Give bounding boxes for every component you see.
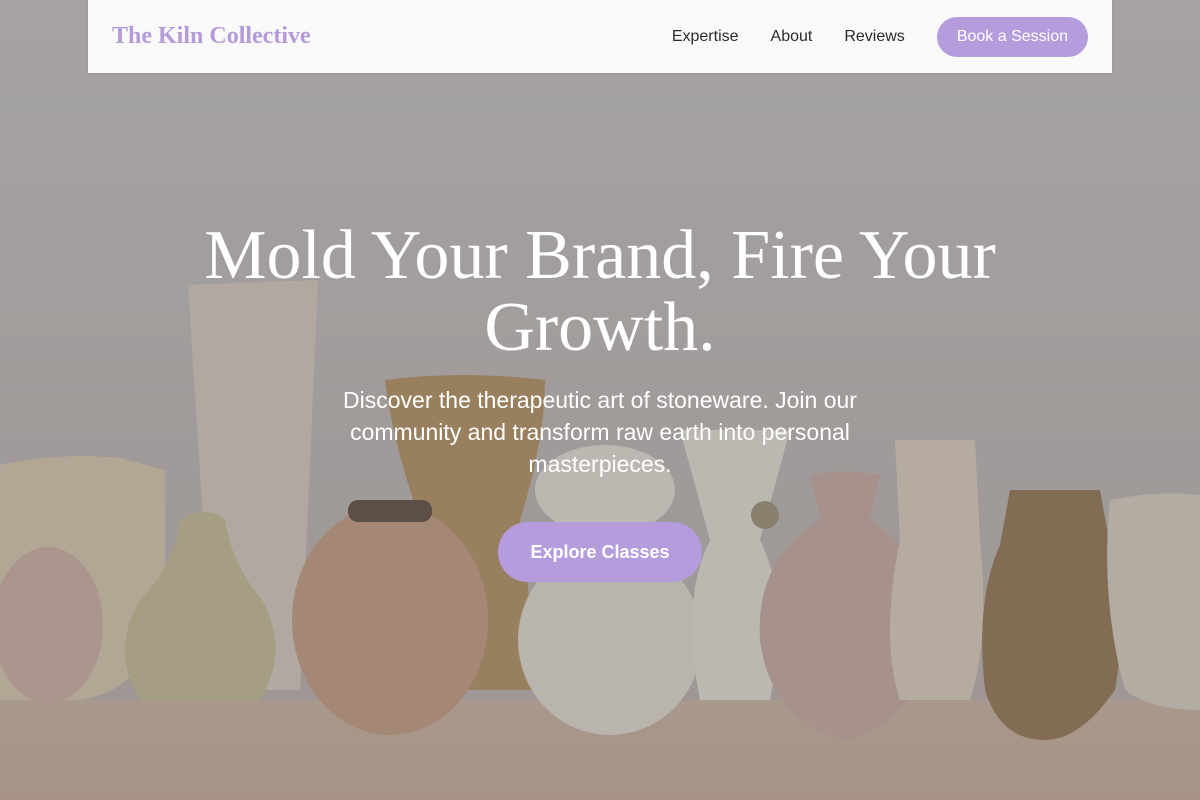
brand-logo[interactable]: The Kiln Collective <box>112 23 311 50</box>
nav-link-about[interactable]: About <box>771 28 813 46</box>
book-session-button[interactable]: Book a Session <box>936 16 1088 57</box>
hero-content: Mold Your Brand, Fire Your Growth. Disco… <box>0 220 1200 582</box>
hero-title: Mold Your Brand, Fire Your Growth. <box>204 217 996 366</box>
hero-subtitle: Discover the therapeutic art of stonewar… <box>343 387 857 477</box>
nav-links: Expertise About Reviews Book a Session <box>640 16 1088 57</box>
nav-link-expertise[interactable]: Expertise <box>672 28 739 46</box>
nav-link-reviews[interactable]: Reviews <box>844 28 904 46</box>
top-navigation: The Kiln Collective Expertise About Revi… <box>88 0 1112 73</box>
explore-classes-button[interactable]: Explore Classes <box>498 522 702 582</box>
